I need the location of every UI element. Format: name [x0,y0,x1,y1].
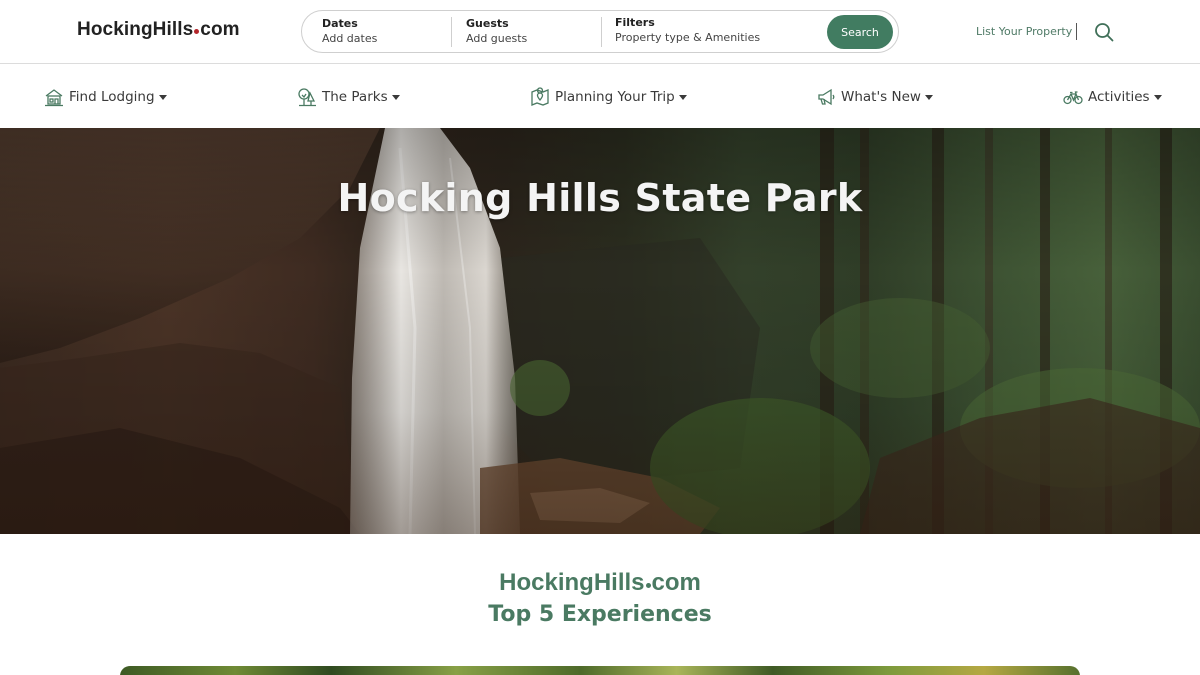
site-header: HockingHills com Dates Add dates Guests A… [0,0,1200,64]
hero-banner: Hocking Hills State Park [0,128,1200,534]
nav-label: The Parks [322,89,388,105]
search-button[interactable]: Search [827,15,893,49]
section-logo: HockingHills com [0,569,1200,597]
guests-value: Add guests [466,32,528,45]
filters-value: Property type & Amenities [615,31,761,44]
logo-text-right: com [200,19,240,40]
main-navigation: Find Lodging The Parks Planning Your Tri… [0,65,1200,128]
dates-label: Dates [322,17,358,30]
guests-field[interactable]: Guests Add guests [466,17,527,47]
experience-card-image[interactable] [120,666,1080,675]
chevron-down-icon [391,94,400,100]
logo-dot-icon [194,29,200,34]
lodging-search-bar: Dates Add dates Guests Add guests Filter… [301,10,899,53]
header-divider [1076,23,1077,40]
megaphone-icon [818,88,835,106]
nav-whats-new[interactable]: What's New [816,85,933,109]
nav-label: What's New [841,89,921,105]
chevron-down-icon [158,94,167,100]
chevron-down-icon [924,94,933,100]
section-logo-right: com [651,569,701,596]
filters-label: Filters [615,16,655,29]
trees-icon [298,88,316,107]
search-icon[interactable] [1094,22,1114,42]
logo-text-left: HockingHills [77,19,194,40]
nav-find-lodging[interactable]: Find Lodging [44,85,167,109]
nav-the-parks[interactable]: The Parks [297,85,400,109]
search-divider [451,17,452,47]
logo-dot-icon [645,583,651,588]
nav-activities[interactable]: Activities [1063,85,1162,109]
filters-field[interactable]: Filters Property type & Amenities [615,16,760,46]
dates-value: Add dates [322,32,378,45]
house-icon [45,89,63,107]
section-logo-left: HockingHills [499,569,645,596]
nav-label: Find Lodging [69,89,155,105]
search-divider [601,17,602,47]
map-icon [531,87,549,106]
guests-label: Guests [466,17,509,30]
chevron-down-icon [678,94,687,100]
bicycle-icon [1063,91,1083,105]
hero-title: Hocking Hills State Park [337,176,863,220]
site-logo[interactable]: HockingHills com [77,19,240,41]
nav-planning-your-trip[interactable]: Planning Your Trip [530,85,687,109]
chevron-down-icon [1153,94,1162,100]
list-your-property-link[interactable]: List Your Property [976,25,1072,38]
section-title: Top 5 Experiences [488,602,712,627]
nav-label: Activities [1088,89,1150,105]
dates-field[interactable]: Dates Add dates [322,17,377,47]
nav-label: Planning Your Trip [555,89,675,105]
